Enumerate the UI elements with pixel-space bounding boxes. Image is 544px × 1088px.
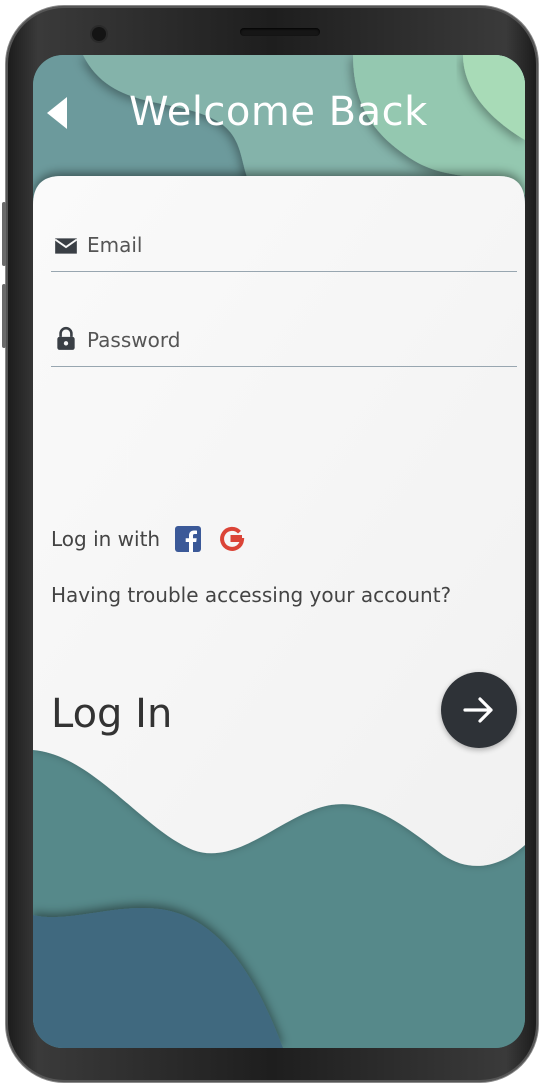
google-icon[interactable] — [218, 525, 246, 553]
mail-icon — [54, 238, 78, 254]
page-title: Welcome Back — [129, 89, 428, 135]
volume-up-button — [2, 202, 6, 266]
arrow-right-icon — [463, 697, 493, 723]
login-heading: Log In — [51, 691, 173, 737]
volume-down-button — [2, 284, 6, 348]
back-button[interactable] — [43, 93, 73, 133]
email-input[interactable] — [87, 225, 507, 265]
facebook-icon[interactable] — [174, 525, 202, 553]
trouble-link[interactable]: Having trouble accessing your account? — [51, 583, 451, 607]
login-card: Log in with Having trouble accessing you… — [33, 175, 525, 875]
social-login: Log in with — [51, 522, 262, 556]
password-input[interactable] — [87, 320, 507, 360]
app-screen: Welcome Back Log in with — [33, 55, 525, 1048]
lock-icon — [57, 326, 75, 350]
back-arrow-icon — [47, 97, 67, 129]
social-login-label: Log in with — [51, 527, 161, 551]
password-field[interactable] — [51, 320, 517, 367]
login-submit-button[interactable] — [441, 672, 517, 748]
earpiece-speaker — [240, 28, 320, 36]
phone-frame: Welcome Back Log in with — [2, 6, 538, 1082]
email-field[interactable] — [51, 225, 517, 272]
front-camera — [92, 27, 106, 41]
